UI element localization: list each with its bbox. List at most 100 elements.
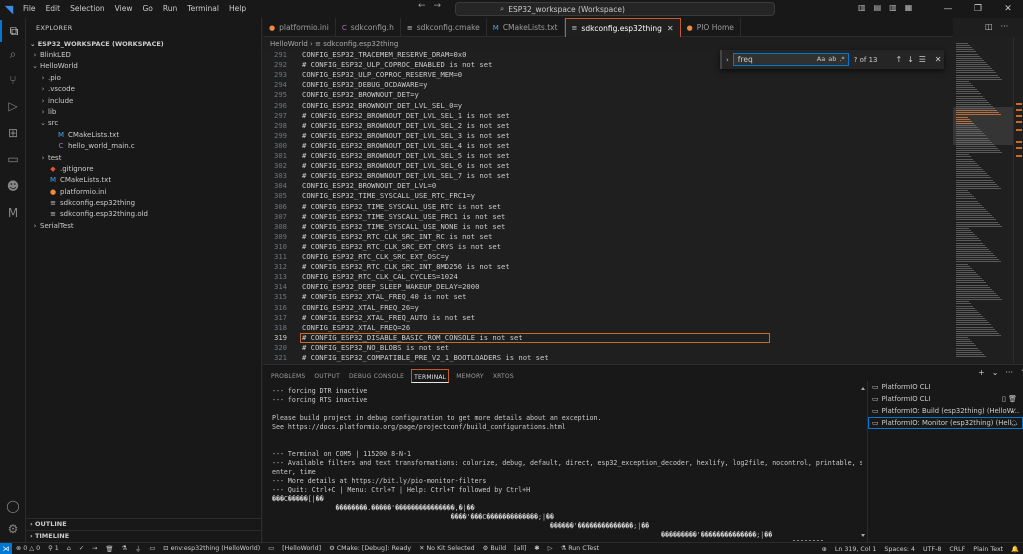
minimize-icon[interactable]: —	[933, 0, 963, 18]
restore-icon[interactable]: ❐	[963, 0, 993, 18]
close-tab-icon[interactable]: ✕	[667, 24, 674, 33]
cmake-build-button[interactable]: ⚙ Build	[479, 545, 510, 552]
whole-word-toggle[interactable]: ab	[828, 55, 836, 63]
panel-tab[interactable]: OUTPUT	[312, 369, 342, 383]
back-arrow-icon[interactable]: ←	[418, 1, 426, 11]
source-control-icon[interactable]: ⑂	[0, 69, 26, 91]
breadcrumb-file[interactable]: sdkconfig.esp32thing	[323, 40, 398, 48]
run-debug-icon[interactable]: ▷	[0, 95, 26, 117]
command-center[interactable]: ⌕ ESP32_workspace (Workspace)	[455, 2, 775, 16]
tree-item[interactable]: › SerialTest	[26, 221, 261, 232]
pio-terminal-icon[interactable]: ▭	[145, 545, 159, 552]
pio-upload-arrow-icon[interactable]: →	[88, 545, 101, 552]
customize-layout-icon[interactable]: ▦	[905, 3, 913, 12]
editor-tab[interactable]: ● PIO Home	[681, 18, 741, 37]
panel-tab[interactable]: TERMINAL	[411, 369, 450, 383]
terminal-scrollbar[interactable]	[861, 387, 865, 537]
tree-item[interactable]: › include	[26, 96, 261, 107]
extensions-icon[interactable]: ⊞	[0, 122, 26, 144]
breadcrumb-folder[interactable]: HelloWorld	[270, 40, 308, 48]
toggle-secondary-sidebar-icon[interactable]: ▥	[889, 3, 897, 12]
explorer-icon[interactable]: ⧉	[0, 20, 26, 42]
zoom-icon[interactable]: ⊕	[818, 546, 831, 553]
search-view-icon[interactable]: ⌕	[0, 43, 26, 65]
find-input[interactable]: freq Aa ab .*	[732, 53, 849, 66]
minimap-viewport[interactable]	[953, 107, 1013, 145]
pio-home-icon[interactable]: ⌂	[63, 545, 75, 552]
ports-status[interactable]: ⚲ 1	[44, 545, 63, 552]
menu-terminal[interactable]: Terminal	[182, 0, 224, 18]
notifications-bell-icon[interactable]: 🔔	[1007, 545, 1023, 553]
line-ending[interactable]: CRLF	[945, 546, 969, 553]
manage-gear-icon[interactable]: ⚙	[0, 518, 26, 540]
more-actions-icon[interactable]: ···	[1005, 368, 1013, 377]
menu-view[interactable]: View	[110, 0, 138, 18]
close-find-icon[interactable]: ✕	[932, 55, 944, 64]
indentation[interactable]: Spaces: 4	[880, 546, 919, 553]
editor-tab[interactable]: Csdkconfig.h	[336, 18, 401, 37]
remote-explorer-icon[interactable]: ▭	[0, 148, 26, 170]
remote-indicator-icon[interactable]: ⋊	[0, 542, 12, 554]
close-window-icon[interactable]: ✕	[993, 0, 1023, 18]
editor-tab[interactable]: ● platformio.ini	[263, 18, 336, 37]
menu-go[interactable]: Go	[137, 0, 157, 18]
ctest-button[interactable]: ⚗ Run CTest	[557, 545, 604, 552]
tree-item[interactable]: ◆ .gitignore	[26, 164, 261, 175]
problems-status[interactable]: ⊗ 0 △ 0	[12, 545, 44, 552]
tree-item[interactable]: › lib	[26, 107, 261, 118]
cmake-target[interactable]: [all]	[510, 545, 530, 552]
panel-tab[interactable]: XRTOS	[491, 369, 516, 383]
new-terminal-plus-icon[interactable]: +	[978, 368, 985, 377]
tree-item[interactable]: ≡ sdkconfig.esp32thing	[26, 198, 261, 209]
terminal-instance[interactable]: ▭ PlatformIO CLI ▯ 🗑	[868, 393, 1023, 405]
terminal-instance[interactable]: ▭ PlatformIO: Build (esp32thing) (HelloW.…	[868, 405, 1023, 417]
split-editor-icon[interactable]: ◫	[985, 22, 993, 31]
workspace-root[interactable]: ⌄ ESP32_WORKSPACE (WORKSPACE)	[26, 38, 261, 50]
editor-scrollbar[interactable]	[1013, 37, 1023, 364]
cmake-debug-bug-icon[interactable]: ✱	[530, 545, 543, 552]
project-label[interactable]: [HelloWorld]	[278, 545, 325, 552]
platformio-icon[interactable]: ☻	[0, 175, 26, 197]
menu-selection[interactable]: Selection	[65, 0, 110, 18]
pio-test-flask-icon[interactable]: ⚗	[117, 545, 131, 552]
previous-match-icon[interactable]: ↑	[893, 55, 905, 64]
tree-item[interactable]: › .pio	[26, 73, 261, 84]
panel-tab[interactable]: PROBLEMS	[269, 369, 307, 383]
project-folder-icon[interactable]: ▭	[264, 545, 278, 552]
tree-item[interactable]: Chello_world_main.c	[26, 141, 261, 152]
forward-arrow-icon[interactable]: →	[434, 1, 442, 11]
pio-clean-trash-icon[interactable]: 🗑	[101, 545, 117, 553]
pio-build-check-icon[interactable]: ✓	[75, 545, 88, 552]
find-in-selection-icon[interactable]: ☰	[916, 55, 928, 64]
menu-run[interactable]: Run	[158, 0, 182, 18]
timeline-section[interactable]: › TIMELINE	[26, 530, 262, 541]
encoding[interactable]: UTF-8	[919, 546, 945, 553]
editor-tab[interactable]: ≡ sdkconfig.cmake	[401, 18, 487, 37]
toggle-replace-chevron-icon[interactable]: ›	[722, 56, 733, 64]
pio-monitor-plug-icon[interactable]: ⏚	[131, 544, 145, 553]
editor-tab[interactable]: ≡ sdkconfig.esp32thing ✕	[564, 18, 681, 37]
cursor-position[interactable]: Ln 319, Col 1	[831, 546, 881, 553]
tree-item[interactable]: ● platformio.ini	[26, 187, 261, 198]
terminal-instance[interactable]: ▭ PlatformIO: Monitor (esp32thing) (Hell.…	[868, 417, 1023, 429]
tree-item[interactable]: M CMakeLists.txt	[26, 175, 261, 186]
tree-item[interactable]: › test	[26, 153, 261, 164]
tree-item[interactable]: M CMakeLists.txt	[26, 130, 261, 141]
terminal-output[interactable]: --- forcing DTR inactive --- forcing RTS …	[272, 387, 862, 541]
tree-item[interactable]: ≡ sdkconfig.esp32thing.old	[26, 209, 261, 220]
next-match-icon[interactable]: ↓	[905, 55, 917, 64]
cmake-m-icon[interactable]: M	[0, 202, 26, 224]
cmake-kit[interactable]: ✕ No Kit Selected	[415, 545, 479, 552]
outline-section[interactable]: › OUTLINE	[26, 518, 262, 529]
accounts-icon[interactable]: ◯	[0, 495, 26, 517]
pio-env-selector[interactable]: ⊡ env:esp32thing (HelloWorld)	[159, 545, 264, 552]
cmake-status[interactable]: ⚙ CMake: [Debug]: Ready	[325, 545, 415, 552]
tree-item[interactable]: ⌄ src	[26, 118, 261, 129]
tree-item[interactable]: › .vscode	[26, 84, 261, 95]
language-mode[interactable]: Plain Text	[969, 546, 1007, 553]
cmake-run-play-icon[interactable]: ▷	[544, 545, 557, 552]
panel-tab[interactable]: MEMORY	[454, 369, 486, 383]
menu-help[interactable]: Help	[224, 0, 251, 18]
regex-toggle[interactable]: .*	[839, 55, 844, 63]
toggle-sidebar-icon[interactable]: ▥	[858, 3, 866, 12]
